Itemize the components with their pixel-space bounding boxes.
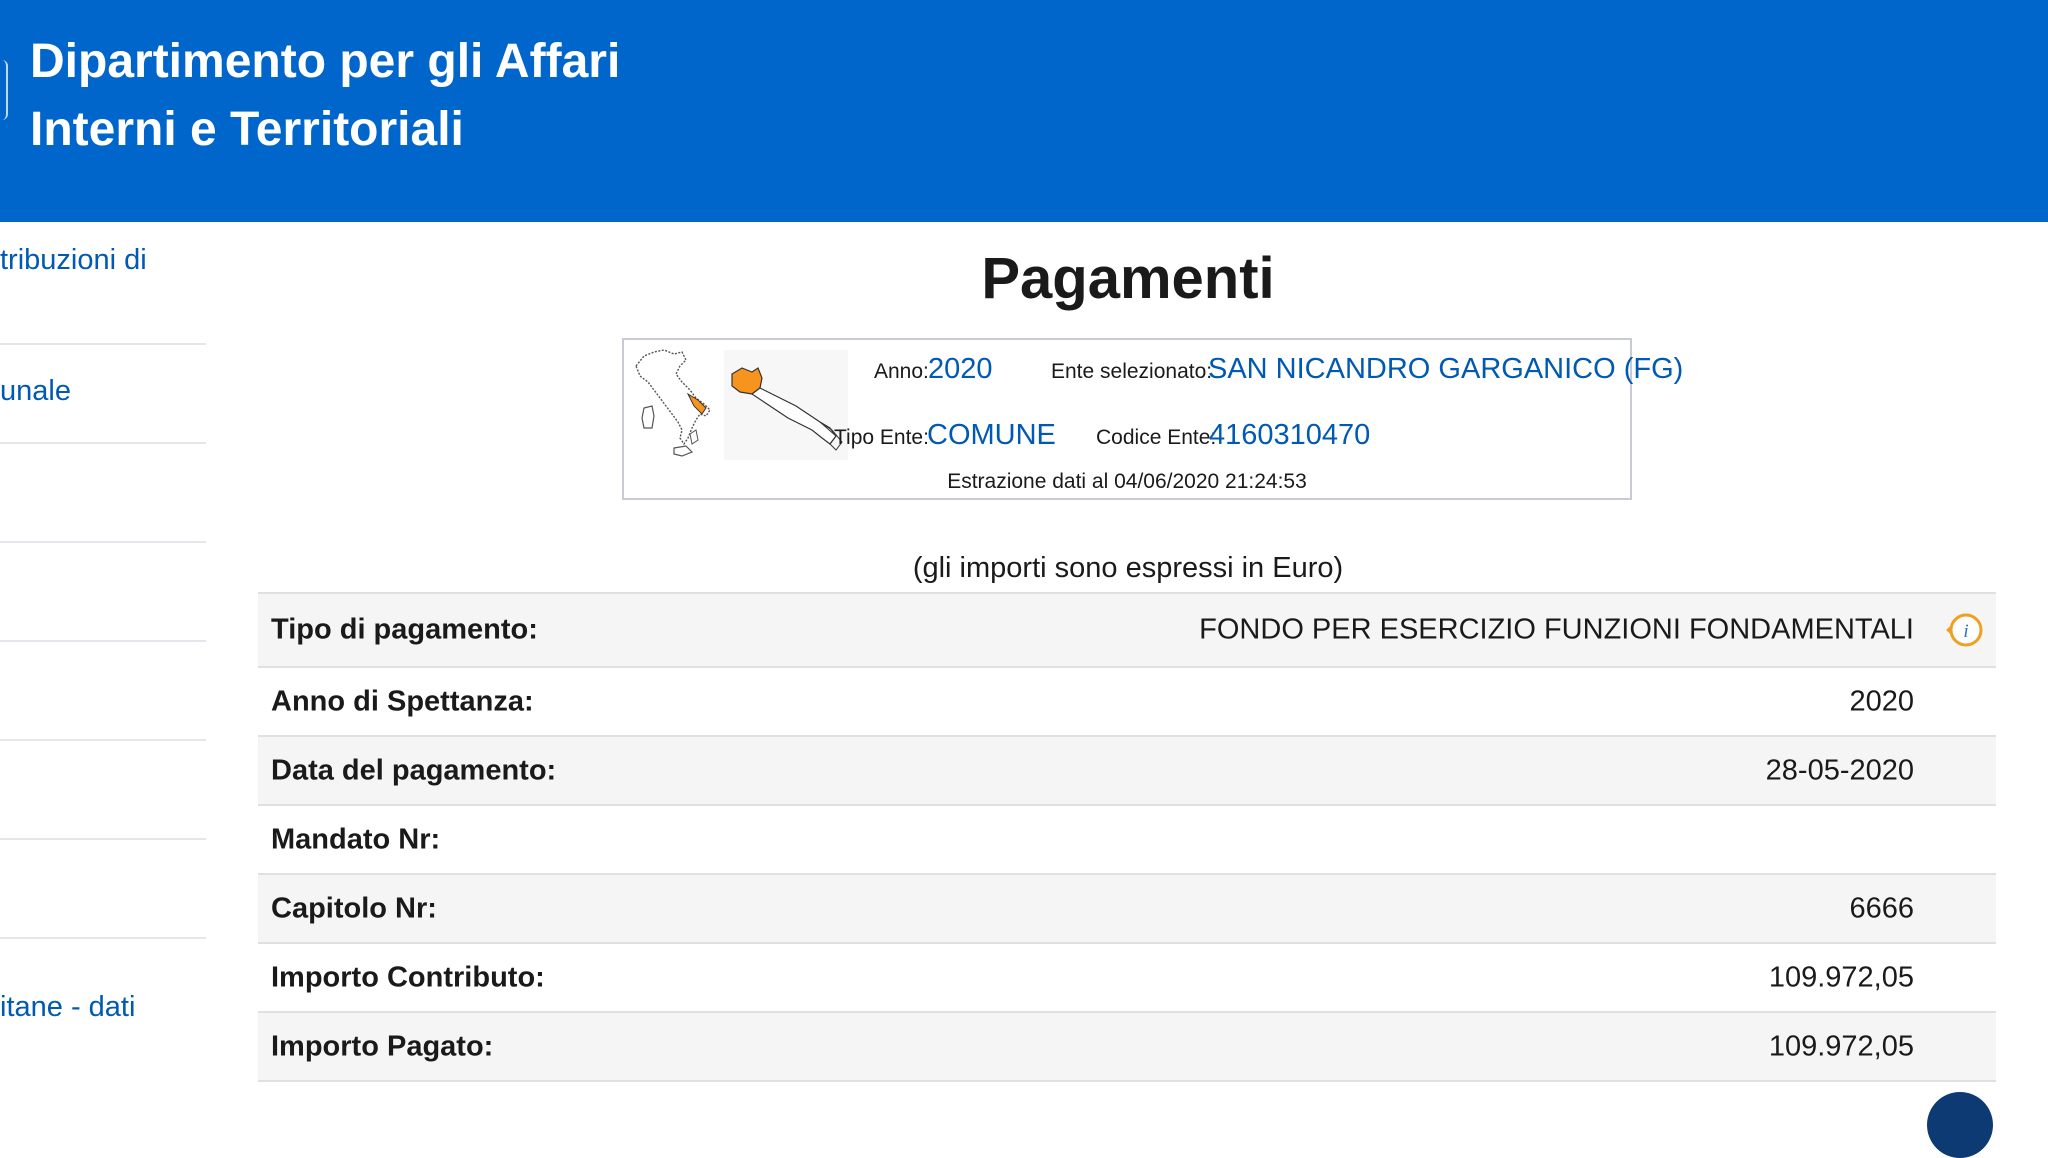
row-label: Mandato Nr: bbox=[271, 823, 441, 855]
sidebar-item-7[interactable] bbox=[0, 840, 206, 939]
row-label: Importo Pagato: bbox=[271, 1030, 494, 1062]
currency-note: (gli importi sono espressi in Euro) bbox=[912, 552, 1344, 584]
table-row: Anno di Spettanza: 2020 bbox=[258, 668, 1996, 737]
sidebar-item-8[interactable]: itane - dati bbox=[0, 939, 206, 1109]
row-value: FONDO PER ESERCIZIO FUNZIONI FONDAMENTAL… bbox=[1199, 613, 1914, 646]
svg-text:i: i bbox=[1963, 621, 1968, 642]
table-row: Tipo di pagamento: FONDO PER ESERCIZIO F… bbox=[258, 594, 1996, 668]
header-title[interactable]: Dipartimento per gli Affari Interni e Te… bbox=[30, 28, 620, 164]
table-row: Importo Contributo: 109.972,05 bbox=[258, 944, 1996, 1013]
sidebar-item-1[interactable]: tribuzioni di bbox=[0, 222, 206, 345]
table-row: Mandato Nr: bbox=[258, 806, 1996, 875]
row-label: Capitolo Nr: bbox=[271, 892, 437, 924]
ente-label: Ente selezionato: bbox=[1051, 360, 1213, 383]
sidebar-item-label: unale bbox=[0, 375, 71, 407]
sidebar-item-label: tribuzioni di bbox=[0, 244, 147, 276]
data-extraction-note: Estrazione dati al 04/06/2020 21:24:53 bbox=[947, 470, 1307, 493]
codice-ente-value: 4160310470 bbox=[1209, 419, 1371, 451]
row-value: 109.972,05 bbox=[1768, 1030, 1914, 1062]
page-title: Pagamenti bbox=[981, 246, 1275, 311]
italy-map-icon bbox=[635, 349, 711, 457]
sidebar-item-6[interactable] bbox=[0, 741, 206, 840]
region-map-icon bbox=[724, 350, 848, 460]
row-value: 28-05-2020 bbox=[1765, 754, 1914, 786]
sidebar-item-5[interactable] bbox=[0, 642, 206, 741]
tipo-ente-value: COMUNE bbox=[927, 419, 1056, 451]
table-row: Data del pagamento: 28-05-2020 bbox=[258, 737, 1996, 806]
row-value: 109.972,05 bbox=[1768, 961, 1914, 993]
row-label: Data del pagamento: bbox=[271, 754, 557, 786]
tipo-ente-label: Tipo Ente: bbox=[834, 426, 929, 449]
sidebar-item-2[interactable]: unale bbox=[0, 345, 206, 444]
codice-ente-label: Codice Ente: bbox=[1096, 426, 1217, 449]
anno-label: Anno: bbox=[874, 360, 929, 383]
header-title-line2: Interni e Territoriali bbox=[30, 103, 464, 156]
sidebar-item-3[interactable] bbox=[0, 444, 206, 543]
row-label: Tipo di pagamento: bbox=[271, 613, 538, 646]
sidebar-item-label: itane - dati bbox=[0, 991, 136, 1023]
sidebar-item-4[interactable] bbox=[0, 543, 206, 642]
table-row: Importo Pagato: 109.972,05 bbox=[258, 1013, 1996, 1082]
emblem-icon bbox=[0, 60, 8, 120]
row-value: 6666 bbox=[1849, 892, 1914, 924]
row-value: 2020 bbox=[1849, 685, 1914, 717]
anno-value: 2020 bbox=[928, 353, 993, 385]
row-label: Importo Contributo: bbox=[271, 961, 545, 993]
info-icon[interactable]: i bbox=[1944, 610, 1984, 650]
row-label: Anno di Spettanza: bbox=[271, 685, 534, 717]
payment-details-table: Tipo di pagamento: FONDO PER ESERCIZIO F… bbox=[258, 592, 1996, 1082]
entity-info-box: Anno: 2020 Ente selezionato: SAN NICANDR… bbox=[622, 338, 1683, 500]
site-header: Dipartimento per gli Affari Interni e Te… bbox=[0, 0, 2048, 222]
back-to-top-button[interactable] bbox=[1927, 1092, 1993, 1158]
header-title-line1: Dipartimento per gli Affari bbox=[30, 35, 621, 88]
sidebar-nav: tribuzioni di unale itane - dati bbox=[0, 222, 206, 1109]
ente-value: SAN NICANDRO GARGANICO (FG) bbox=[1208, 353, 1684, 385]
table-row: Capitolo Nr: 6666 bbox=[258, 875, 1996, 944]
